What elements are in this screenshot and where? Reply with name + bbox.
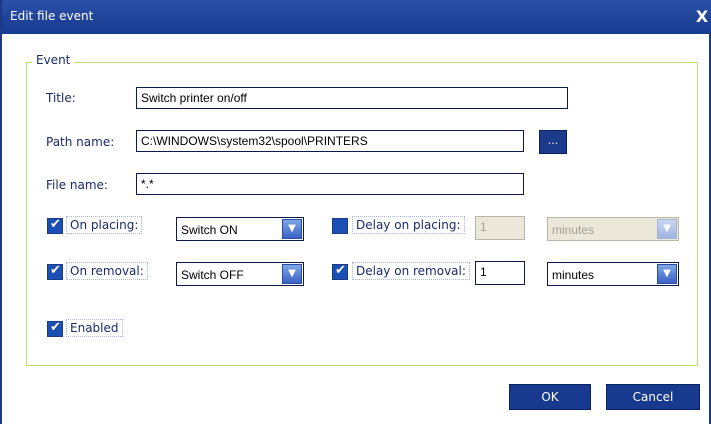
delay-on-removal-unit-select[interactable]: minutes ▼: [547, 262, 679, 286]
delay-on-placing-unit-value: minutes: [552, 223, 595, 237]
delay-on-placing-label[interactable]: Delay on placing:: [352, 216, 465, 234]
delay-on-removal-checkbox[interactable]: ✔: [332, 263, 348, 280]
enabled-checkbox[interactable]: ✔: [47, 320, 63, 337]
delay-on-placing-input[interactable]: 1: [475, 216, 525, 240]
on-placing-label[interactable]: On placing:: [66, 216, 143, 234]
chevron-down-icon[interactable]: ▼: [282, 264, 302, 284]
cancel-button[interactable]: Cancel: [606, 384, 700, 410]
chevron-down-icon[interactable]: ▼: [657, 264, 677, 284]
on-placing-action-value: Switch ON: [181, 223, 238, 237]
checkmark-icon: ✔: [50, 217, 61, 232]
delay-on-removal-label[interactable]: Delay on removal:: [352, 262, 470, 280]
checkmark-icon: ✔: [335, 263, 346, 278]
title-label: Title:: [46, 91, 76, 105]
delay-on-placing-unit-select[interactable]: minutes ▼: [547, 217, 679, 241]
browse-button[interactable]: ...: [539, 130, 567, 154]
path-name-label: Path name:: [46, 135, 115, 149]
path-name-input[interactable]: C:\WINDOWS\system32\spool\PRINTERS: [136, 130, 524, 152]
on-removal-action-value: Switch OFF: [181, 268, 244, 282]
title-input[interactable]: Switch printer on/off: [136, 87, 568, 109]
title-bar[interactable]: Edit file event X: [2, 0, 711, 34]
file-name-label: File name:: [46, 178, 108, 192]
on-placing-action-select[interactable]: Switch ON ▼: [176, 217, 304, 241]
dialog-title: Edit file event: [10, 9, 94, 23]
close-button[interactable]: X: [694, 9, 710, 25]
file-name-input[interactable]: *.*: [136, 173, 524, 195]
on-removal-checkbox[interactable]: ✔: [47, 263, 63, 280]
delay-on-placing-checkbox[interactable]: [332, 218, 348, 234]
chevron-down-icon[interactable]: ▼: [657, 219, 677, 239]
event-group-label: Event: [32, 53, 75, 67]
checkmark-icon: ✔: [50, 263, 61, 278]
ok-button[interactable]: OK: [509, 384, 591, 410]
delay-on-removal-unit-value: minutes: [552, 268, 595, 282]
delay-on-removal-input[interactable]: 1: [475, 261, 525, 285]
on-placing-checkbox[interactable]: ✔: [47, 217, 63, 234]
edit-file-event-dialog: Edit file event X Event Title: Switch pr…: [0, 0, 711, 424]
checkmark-icon: ✔: [50, 320, 61, 335]
enabled-label[interactable]: Enabled: [66, 319, 123, 337]
on-removal-action-select[interactable]: Switch OFF ▼: [176, 262, 304, 286]
chevron-down-icon[interactable]: ▼: [282, 219, 302, 239]
close-icon: X: [695, 7, 709, 26]
on-removal-label[interactable]: On removal:: [66, 262, 148, 280]
